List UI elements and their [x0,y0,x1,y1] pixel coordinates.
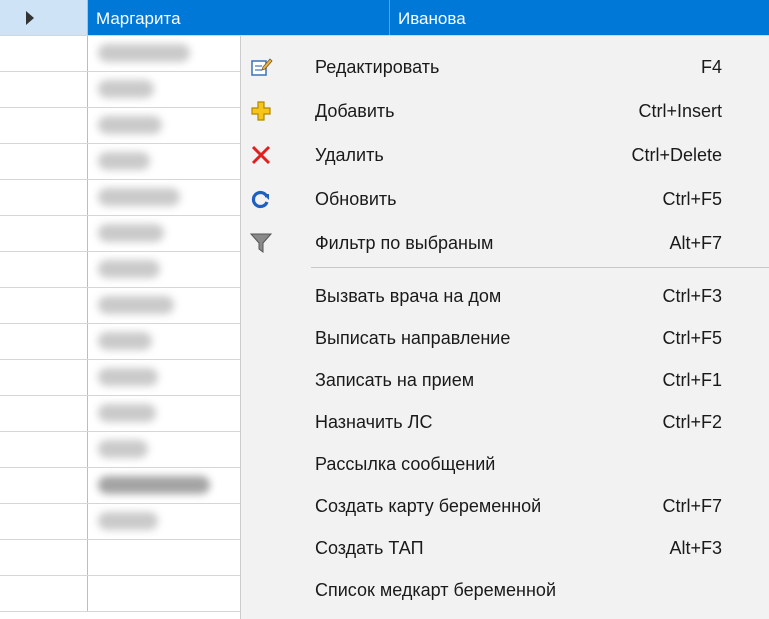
menu-item-label: Записать на прием [315,370,475,390]
row-header[interactable] [0,540,88,575]
menu-item-shortcut: Ctrl+F2 [662,412,722,432]
redacted-text [98,296,174,314]
menu-item-pregnancy-medcards-list[interactable]: Список медкарт беременной [241,568,769,612]
redacted-text [98,368,158,386]
menu-item-label: Добавить [315,101,395,121]
row-header[interactable] [0,216,88,251]
menu-item-book-appointment[interactable]: Записать на прием Ctrl+F1 [241,358,769,402]
menu-item-label: Назначить ЛС [315,412,433,432]
menu-item-label: Вызвать врача на дом [315,286,502,306]
menu-item-delete[interactable]: Удалить Ctrl+Delete [241,133,769,177]
row-header[interactable] [0,36,88,71]
row-header[interactable] [0,0,88,35]
redacted-text [98,152,150,170]
delete-icon [249,143,273,167]
redacted-text [98,224,164,242]
row-header[interactable] [0,108,88,143]
menu-item-create-tap[interactable]: Создать ТАП Alt+F3 [241,526,769,570]
menu-item-label: Создать ТАП [315,538,424,558]
row-header[interactable] [0,144,88,179]
redacted-text [98,80,154,98]
last-name-cell[interactable]: Иванова [390,0,769,35]
redacted-text [98,260,160,278]
current-row-arrow-icon [26,11,34,25]
add-icon [249,99,273,123]
redacted-text [98,332,152,350]
redacted-text [98,188,180,206]
table-row[interactable]: Маргарита Иванова [0,0,769,36]
redacted-text [98,476,210,494]
context-menu: Редактировать F4 Добавить Ctrl+Insert Уд… [240,36,769,619]
first-name-text: Маргарита [96,9,181,28]
menu-item-filter[interactable]: Фильтр по выбраным Alt+F7 [241,221,769,265]
last-name-text: Иванова [398,9,466,28]
redacted-text [98,404,156,422]
menu-item-label: Список медкарт беременной [315,580,556,600]
row-header[interactable] [0,396,88,431]
menu-item-label: Выписать направление [315,328,511,348]
menu-item-call-doctor-home[interactable]: Вызвать врача на дом Ctrl+F3 [241,274,769,318]
menu-separator [311,267,769,268]
first-name-cell[interactable]: Маргарита [88,0,390,35]
menu-item-shortcut: Ctrl+F7 [662,496,722,516]
row-header[interactable] [0,252,88,287]
row-header[interactable] [0,324,88,359]
menu-item-shortcut: Alt+F7 [669,233,722,253]
menu-item-label: Создать карту беременной [315,496,542,516]
redacted-text [98,116,162,134]
menu-item-prescribe-medication[interactable]: Назначить ЛС Ctrl+F2 [241,400,769,444]
menu-item-shortcut: Ctrl+F1 [662,370,722,390]
menu-item-message-broadcast[interactable]: Рассылка сообщений [241,442,769,486]
row-header[interactable] [0,576,88,611]
menu-item-label: Обновить [315,189,397,209]
menu-item-shortcut: Ctrl+Delete [631,145,722,165]
menu-item-label: Редактировать [315,57,440,77]
row-header[interactable] [0,72,88,107]
menu-item-edit[interactable]: Редактировать F4 [241,45,769,89]
redacted-text [98,512,158,530]
menu-item-shortcut: Alt+F3 [669,538,722,558]
menu-item-create-pregnancy-card[interactable]: Создать карту беременной Ctrl+F7 [241,484,769,528]
row-header[interactable] [0,432,88,467]
menu-item-label: Фильтр по выбраным [315,233,494,253]
row-header[interactable] [0,504,88,539]
row-header[interactable] [0,180,88,215]
menu-item-refresh[interactable]: Обновить Ctrl+F5 [241,177,769,221]
redacted-text [98,44,190,62]
menu-item-label: Рассылка сообщений [315,454,496,474]
menu-item-shortcut: F4 [700,57,722,77]
menu-item-shortcut: Ctrl+F5 [662,328,722,348]
menu-item-label: Удалить [315,145,384,165]
row-header[interactable] [0,360,88,395]
edit-icon [249,55,273,79]
refresh-icon [249,187,273,211]
menu-item-shortcut: Ctrl+F3 [662,286,722,306]
menu-item-shortcut: Ctrl+F5 [662,189,722,209]
row-header[interactable] [0,468,88,503]
filter-icon [249,231,273,255]
menu-item-issue-referral[interactable]: Выписать направление Ctrl+F5 [241,316,769,360]
menu-item-add[interactable]: Добавить Ctrl+Insert [241,89,769,133]
redacted-text [98,440,148,458]
menu-item-shortcut: Ctrl+Insert [638,101,722,121]
row-header[interactable] [0,288,88,323]
